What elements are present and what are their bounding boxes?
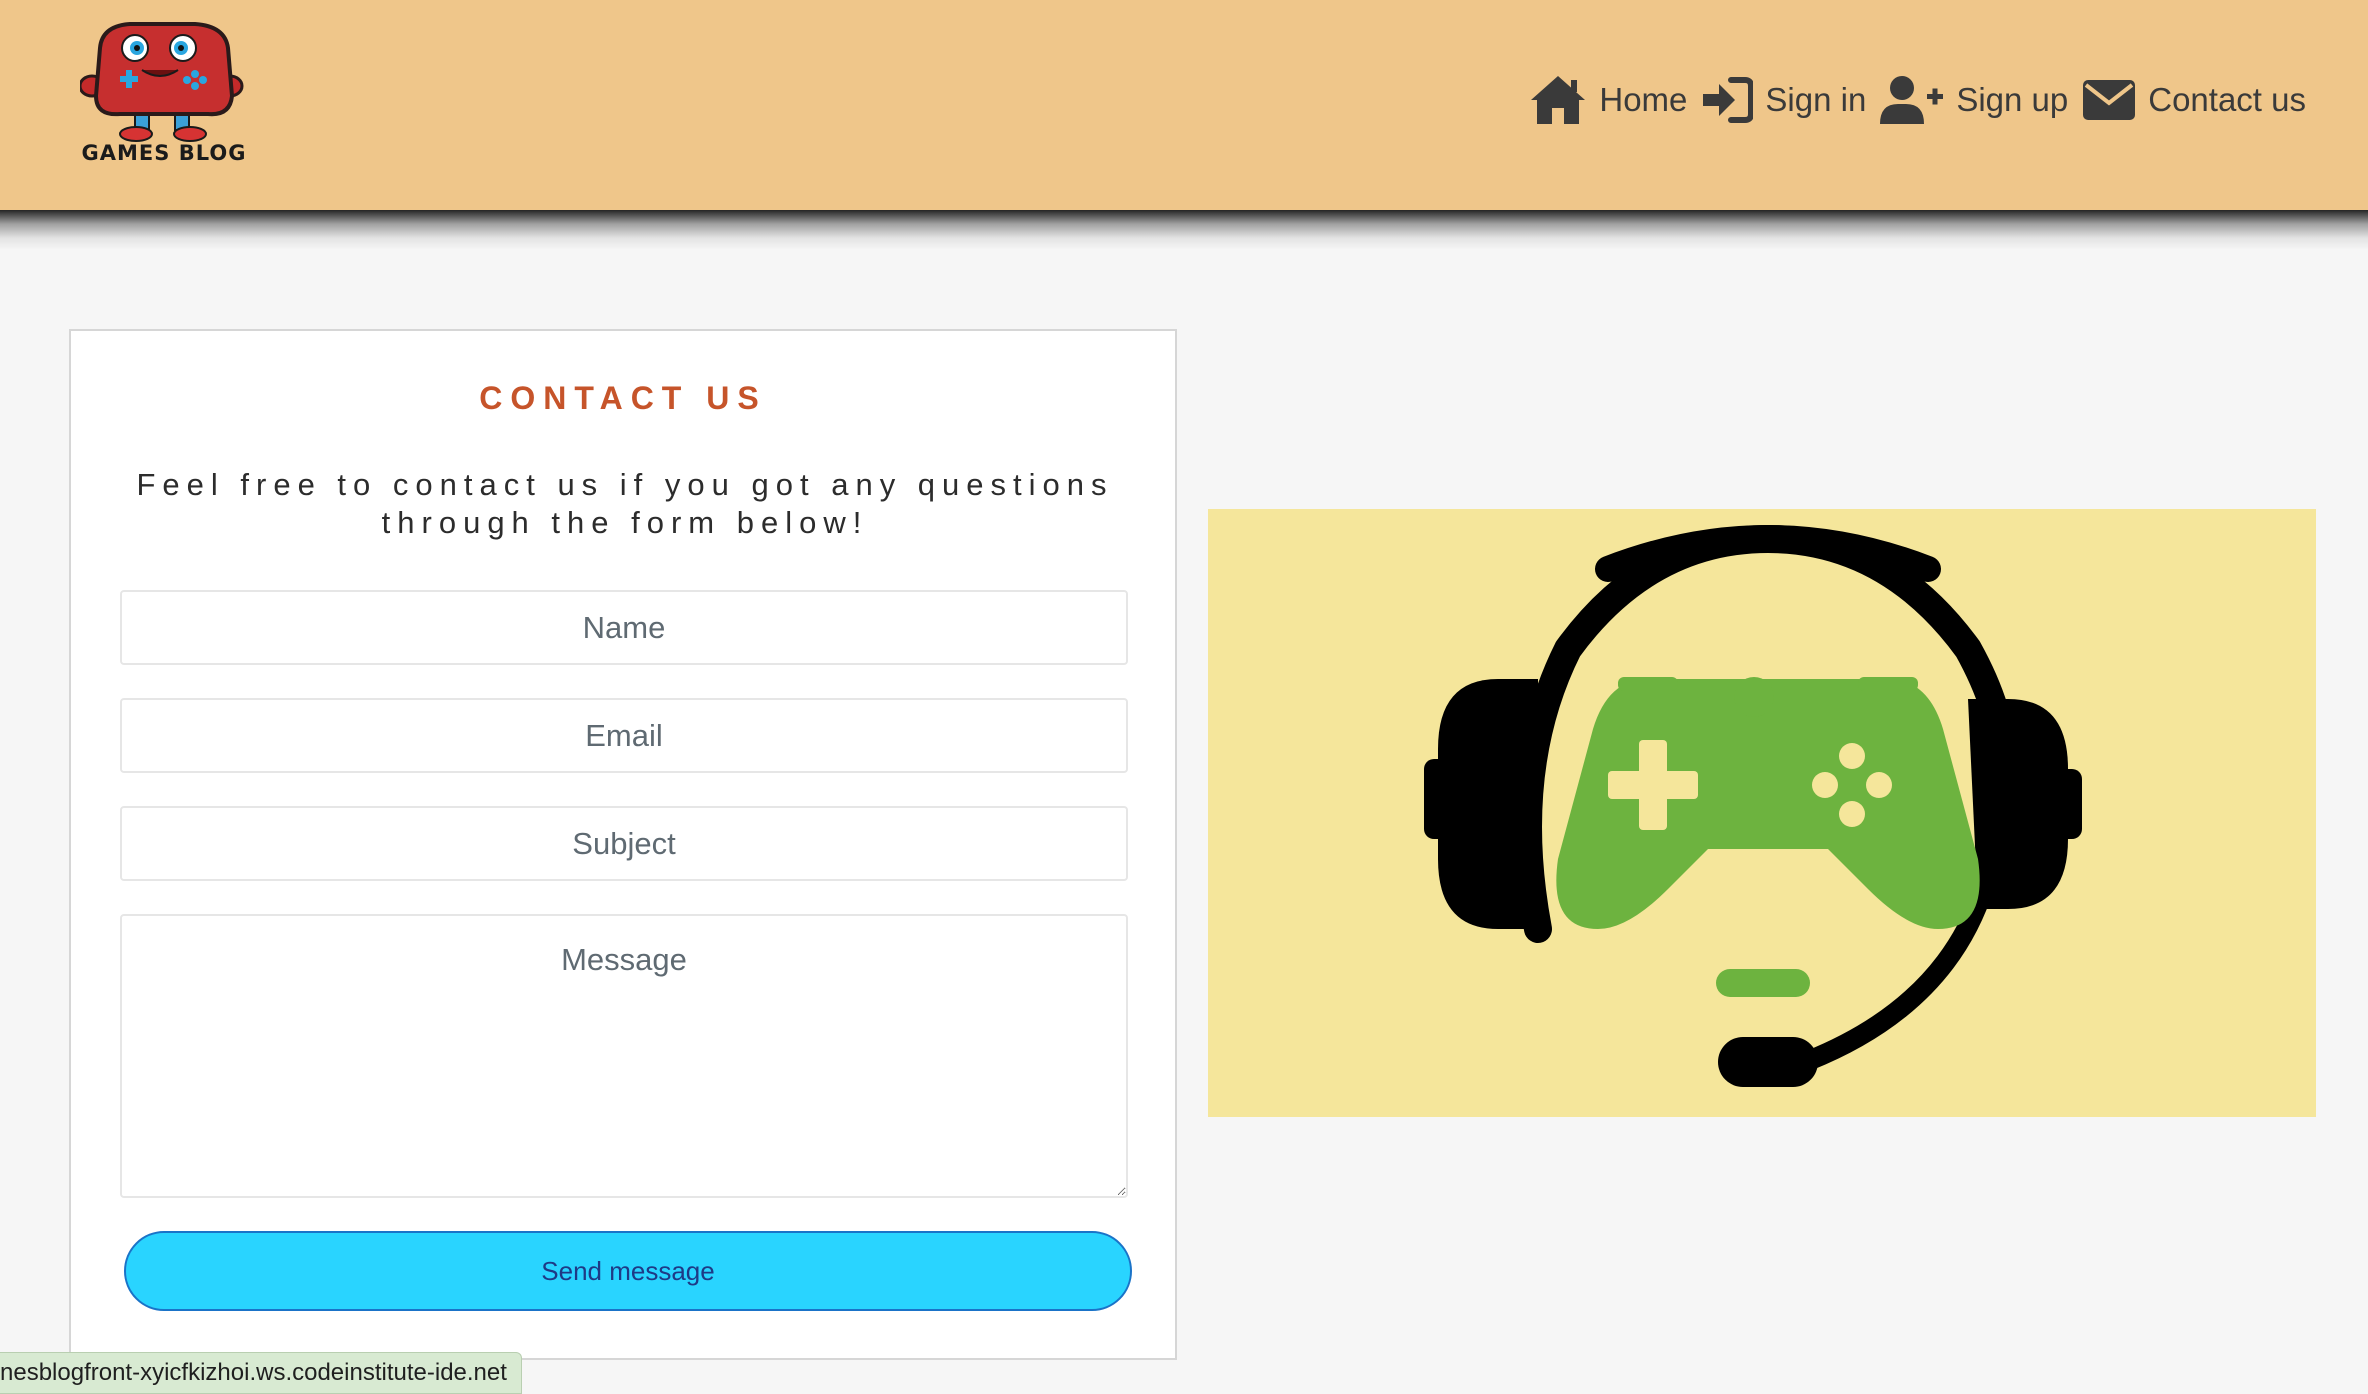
nav-item-contact-us[interactable]: Contact us [2082, 79, 2306, 121]
gaming-headset-controller-icon [1424, 524, 2082, 1087]
email-input[interactable] [120, 698, 1128, 773]
status-bar-url: nesblogfront-xyicfkizhoi.ws.codeinstitut… [0, 1352, 522, 1394]
user-plus-icon [1880, 76, 1944, 124]
nav-label-contact-us: Contact us [2148, 81, 2306, 118]
nav-item-sign-up[interactable]: Sign up [1880, 74, 2068, 126]
hero-illustration [1208, 509, 2316, 1117]
contact-intro: Feel free to contact us if you got any q… [136, 467, 1114, 540]
message-textarea[interactable] [120, 914, 1128, 1198]
page-title: CONTACT US [479, 380, 767, 416]
name-input[interactable] [120, 590, 1128, 665]
subject-input[interactable] [120, 806, 1128, 881]
nav-item-sign-in[interactable]: Sign in [1701, 76, 1866, 124]
brand-logo-link[interactable]: GAMES BLOG [80, 18, 250, 178]
nav-label-home: Home [1599, 81, 1688, 118]
site-header: GAMES BLOG Home Sign in Sign up Contact … [0, 0, 2368, 210]
envelope-icon [2083, 80, 2136, 120]
main-nav: Home Sign in Sign up Contact us [1515, 70, 2306, 130]
send-message-button[interactable]: Send message [124, 1231, 1132, 1311]
header-shadow [0, 210, 2368, 250]
red-controller-mascot-icon [80, 22, 244, 142]
brand-name: GAMES BLOG [81, 141, 247, 165]
home-icon [1531, 76, 1586, 124]
contact-card: CONTACT US Feel free to contact us if yo… [69, 329, 1177, 1360]
nav-item-home[interactable]: Home [1529, 74, 1687, 126]
nav-label-sign-up: Sign up [1956, 81, 2069, 118]
sign-in-icon [1703, 77, 1754, 123]
nav-label-sign-in: Sign in [1765, 81, 1867, 118]
